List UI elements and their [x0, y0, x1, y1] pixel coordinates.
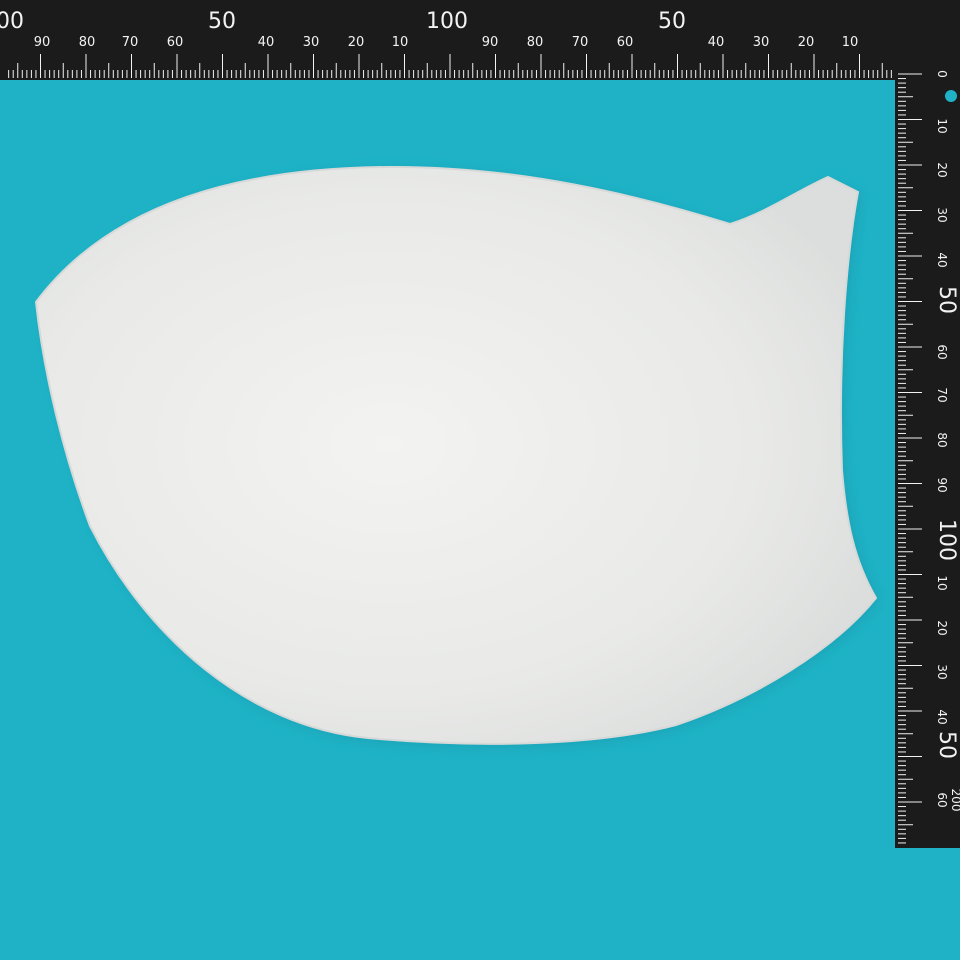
side-ruler-label: 30 — [935, 207, 949, 222]
top-ruler: 0090 80 70 605040 30 20 1010090 80 70 605040 30 20 1… — [0, 0, 960, 80]
top-ruler-label: 20 — [798, 35, 815, 50]
top-ruler-label: 70 — [572, 35, 589, 50]
side-ruler-label: 50 — [934, 731, 959, 759]
side-ruler-label: 20 — [935, 162, 949, 177]
photo-scene: 0090 80 70 605040 30 20 1010090 80 70 605040 30 20 1… — [0, 0, 960, 960]
side-ruler-label: 80 — [935, 432, 949, 447]
side-ruler: 0102030405060708090100102030405060 200 — [895, 0, 960, 848]
top-ruler-label: 00 — [0, 9, 24, 34]
top-ruler-label: 80 — [79, 35, 96, 50]
top-ruler-label: 100 — [426, 9, 468, 34]
side-ruler-label: 40 — [935, 709, 949, 724]
top-ruler-label: 90 — [482, 35, 499, 50]
top-ruler-label: 20 — [348, 35, 365, 50]
top-ruler-label: 50 — [208, 9, 236, 34]
top-ruler-label: 60 — [167, 35, 184, 50]
top-ruler-label: 40 — [258, 35, 275, 50]
top-ruler-label: 40 — [708, 35, 725, 50]
top-ruler-label: 10 — [392, 35, 409, 50]
side-ruler-label: 0 — [935, 70, 949, 78]
side-ruler-label: 200 — [949, 789, 960, 812]
side-ruler-label: 10 — [935, 575, 949, 590]
top-ruler-label: 90 — [34, 35, 51, 50]
top-ruler-label: 50 — [658, 9, 686, 34]
ruler-hole — [945, 90, 957, 102]
side-ruler-label: 20 — [935, 620, 949, 635]
side-ruler-label: 90 — [935, 477, 949, 492]
side-ruler-label: 60 — [935, 344, 949, 359]
side-ruler-label: 50 — [934, 286, 959, 314]
side-ruler-label: 60 — [935, 792, 949, 807]
top-ruler-label: 80 — [527, 35, 544, 50]
top-ruler-label: 30 — [303, 35, 320, 50]
top-ruler-label: 30 — [753, 35, 770, 50]
side-ruler-label: 40 — [935, 252, 949, 267]
side-ruler-label: 30 — [935, 664, 949, 679]
side-ruler-label: 100 — [934, 519, 959, 561]
top-ruler-label: 70 — [122, 35, 139, 50]
side-ruler-label: 10 — [935, 118, 949, 133]
top-ruler-label: 10 — [842, 35, 859, 50]
top-ruler-label: 60 — [617, 35, 634, 50]
side-ruler-label: 70 — [935, 387, 949, 402]
